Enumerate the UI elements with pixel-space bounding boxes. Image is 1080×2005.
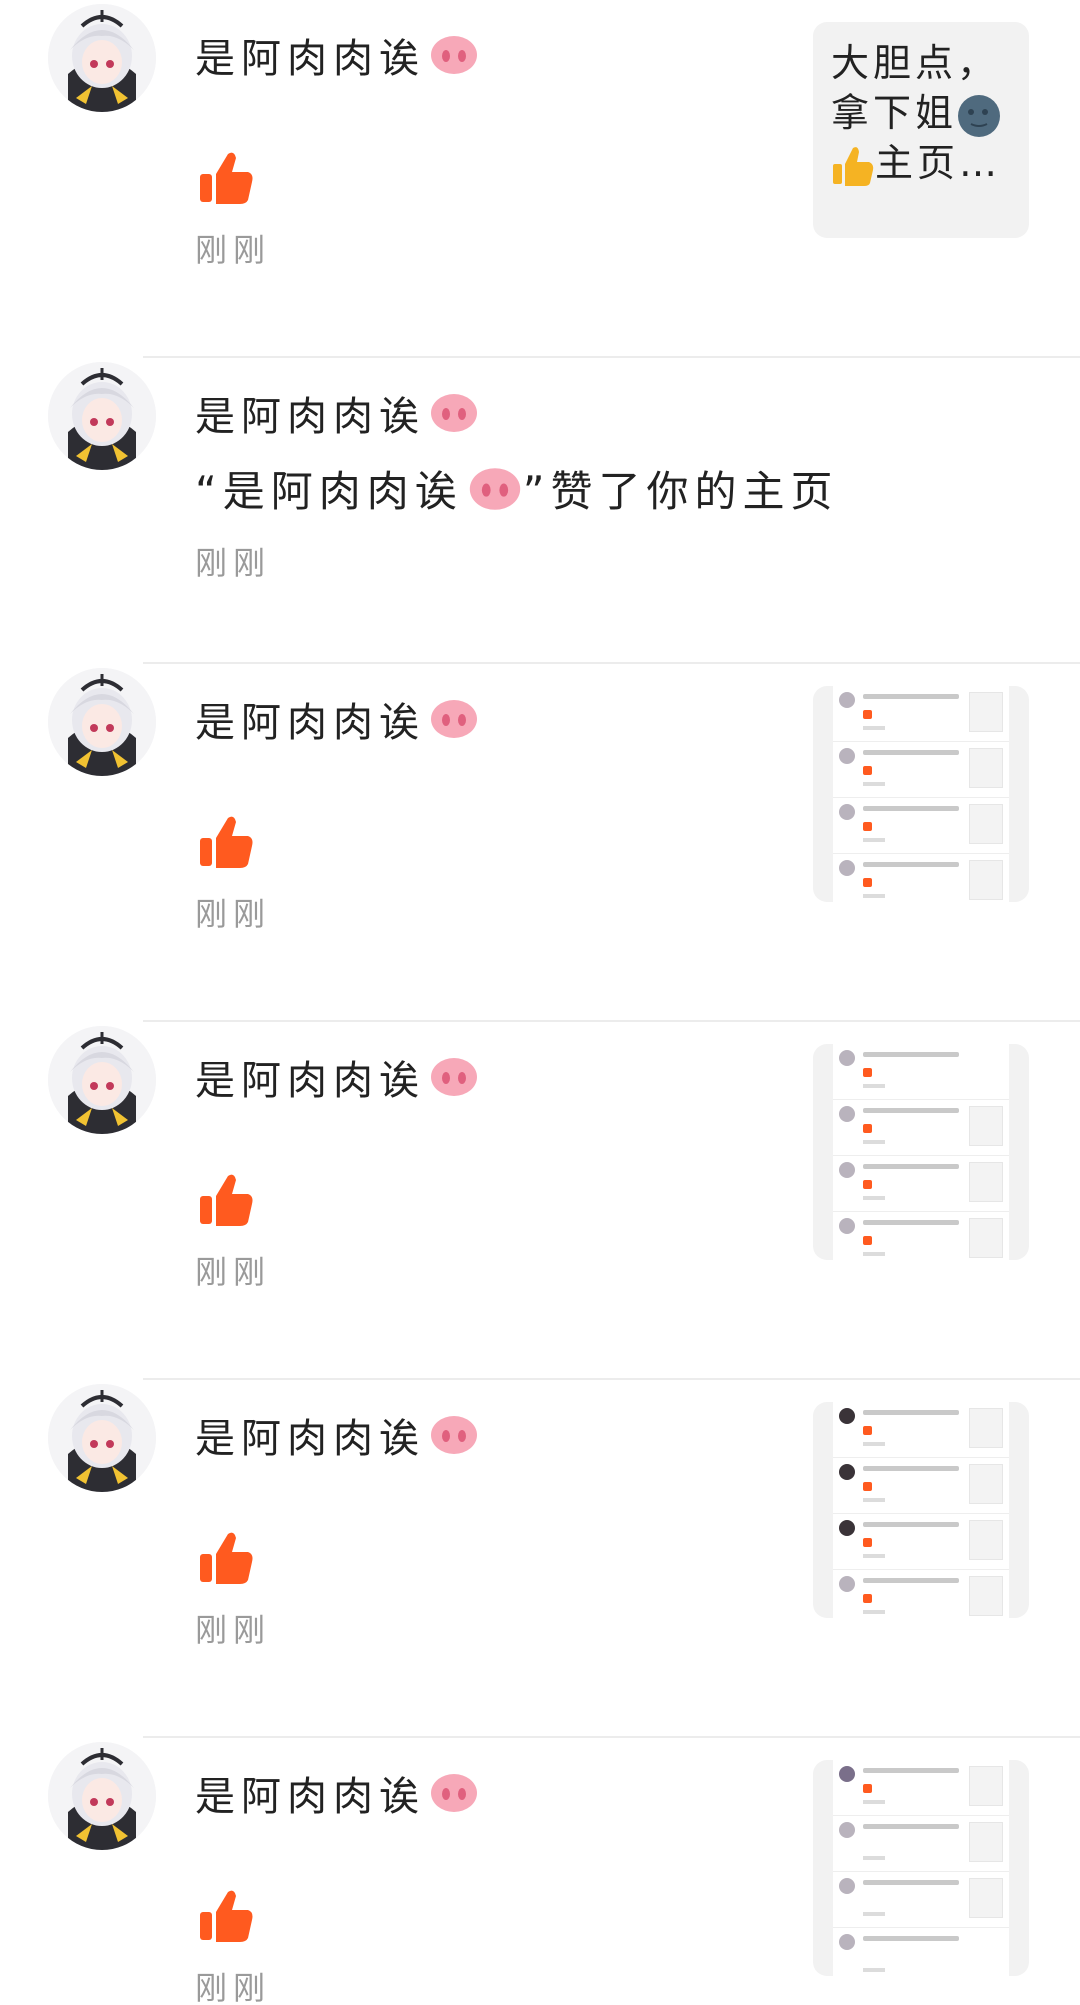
preview-row — [833, 1402, 1009, 1458]
notification-message: “是阿肉肉诶 ”赞了你的主页 — [195, 466, 839, 516]
post-preview[interactable]: 大胆点， 拿下姐 主页… — [813, 22, 1029, 238]
timestamp: 刚刚 — [195, 1611, 272, 1649]
preview-line-2: 拿下姐 — [831, 88, 1011, 138]
timestamp: 刚刚 — [195, 1253, 272, 1291]
user-name[interactable]: 是阿肉肉诶 — [195, 1052, 479, 1104]
thumbs-up-icon — [196, 1170, 256, 1230]
user-name[interactable]: 是阿肉肉诶 — [195, 1410, 479, 1462]
post-preview[interactable] — [813, 1760, 1029, 1976]
avatar[interactable] — [48, 362, 156, 470]
pig-nose-icon — [429, 698, 479, 740]
preview-row — [833, 1044, 1009, 1100]
post-preview[interactable] — [813, 1044, 1029, 1260]
avatar[interactable] — [48, 1384, 156, 1492]
user-name[interactable]: 是阿肉肉诶 — [195, 694, 479, 746]
pig-nose-icon — [429, 1772, 479, 1814]
user-name[interactable]: 是阿肉肉诶 — [195, 388, 479, 440]
preview-screenshot — [833, 1402, 1009, 1618]
preview-row — [833, 1458, 1009, 1514]
user-name[interactable]: 是阿肉肉诶 — [195, 30, 479, 82]
avatar[interactable] — [48, 1742, 156, 1850]
timestamp: 刚刚 — [195, 231, 272, 269]
avatar[interactable] — [48, 1026, 156, 1134]
preview-row — [833, 742, 1009, 798]
thumbs-up-icon — [196, 812, 256, 872]
preview-row — [833, 1928, 1009, 1976]
pig-nose-icon — [429, 392, 479, 434]
pig-nose-icon — [429, 1056, 479, 1098]
preview-row — [833, 1100, 1009, 1156]
post-preview[interactable] — [813, 1402, 1029, 1618]
notification-item[interactable]: 是阿肉肉诶 刚刚 — [0, 1380, 1080, 1738]
preview-row — [833, 1816, 1009, 1872]
notification-item[interactable]: 是阿肉肉诶 刚刚 — [0, 664, 1080, 1022]
preview-row — [833, 854, 1009, 902]
preview-row — [833, 1212, 1009, 1260]
preview-row — [833, 1514, 1009, 1570]
notification-item[interactable]: 是阿肉肉诶 刚刚 — [0, 1738, 1080, 2005]
avatar[interactable] — [48, 4, 156, 112]
moon-face-icon — [957, 94, 1001, 138]
thumbs-up-icon — [196, 148, 256, 208]
user-name[interactable]: 是阿肉肉诶 — [195, 1768, 479, 1820]
thumbs-up-emoji-icon — [831, 144, 875, 188]
avatar[interactable] — [48, 668, 156, 776]
preview-screenshot — [833, 686, 1009, 902]
timestamp: 刚刚 — [195, 895, 272, 933]
post-preview[interactable] — [813, 686, 1029, 902]
preview-line-3: 主页… — [831, 138, 1011, 188]
preview-row — [833, 686, 1009, 742]
thumbs-up-icon — [196, 1528, 256, 1588]
timestamp: 刚刚 — [195, 1969, 272, 2005]
notification-item[interactable]: 是阿肉肉诶 刚刚 — [0, 1022, 1080, 1380]
preview-row — [833, 1570, 1009, 1618]
pig-nose-icon — [429, 1414, 479, 1456]
notification-item[interactable]: 是阿肉肉诶 “是阿肉肉诶 ”赞了你的主页 刚刚 — [0, 358, 1080, 716]
preview-line-1: 大胆点， — [831, 41, 1000, 85]
preview-row — [833, 1872, 1009, 1928]
timestamp: 刚刚 — [195, 544, 272, 582]
notification-item[interactable]: 是阿肉肉诶 刚刚 大胆点， 拿下姐 主页… — [0, 0, 1080, 358]
preview-row — [833, 798, 1009, 854]
preview-row — [833, 1760, 1009, 1816]
pig-nose-icon — [429, 34, 479, 76]
preview-screenshot — [833, 1760, 1009, 1976]
thumbs-up-icon — [196, 1886, 256, 1946]
preview-screenshot — [833, 1044, 1009, 1260]
preview-row — [833, 1156, 1009, 1212]
pig-nose-icon — [467, 466, 523, 512]
